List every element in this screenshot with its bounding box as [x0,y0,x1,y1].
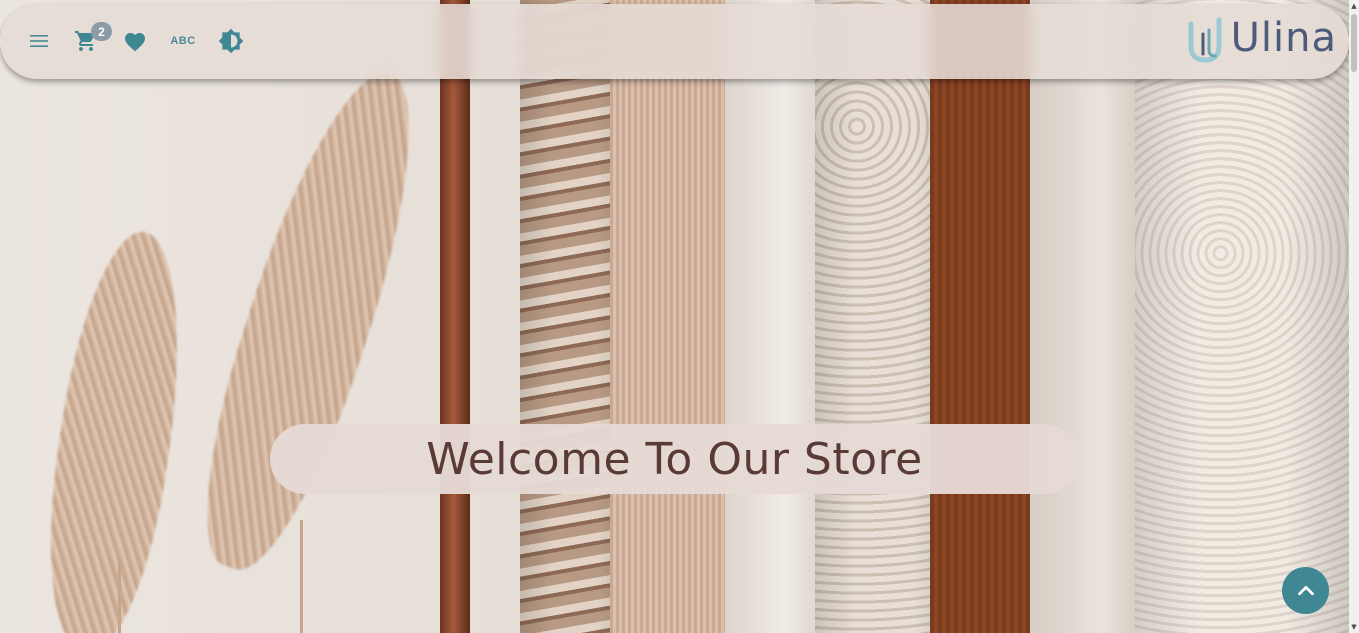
text-size-abc-button[interactable]: ABC [168,26,198,56]
top-header-bar [0,4,1349,79]
chevron-up-icon [1297,585,1314,595]
pampas-stem [300,520,303,633]
pampas-stem [118,560,121,633]
theme-toggle-button[interactable] [216,26,246,56]
welcome-banner: Welcome To Our Store [270,424,1079,494]
brand-logo[interactable]: Ulina [1185,10,1337,66]
wishlist-button[interactable] [120,26,150,56]
scrollbar-thumb[interactable] [1351,14,1357,72]
menu-button[interactable] [24,26,54,56]
welcome-title: Welcome To Our Store [426,433,923,485]
pampas-grass-decoration [31,224,199,633]
garment [610,0,740,633]
logo-wordmark: Ulina [1230,15,1337,61]
heart-icon [125,33,145,52]
scroll-up-arrow-icon[interactable]: ▲ [1349,0,1359,12]
garment [1030,0,1150,633]
garment [1135,0,1349,633]
vertical-scrollbar[interactable]: ▲ ▼ [1349,0,1359,633]
abc-label: ABC [170,35,196,47]
back-to-top-button[interactable] [1282,567,1329,614]
scroll-down-arrow-icon[interactable]: ▼ [1349,621,1359,633]
brightness-toggle-icon [218,28,244,54]
hamburger-menu-icon [30,35,48,47]
page: 2 ABC Ulina Welcome To Our Store ▲ ▼ [0,0,1359,633]
clothes-rack-pole [440,0,470,633]
hero-background-image [0,0,1349,633]
garment [930,0,1040,633]
ulina-logo-mark-icon [1188,17,1222,63]
pampas-grass-decoration [172,54,448,586]
cart-count-badge: 2 [91,22,112,41]
